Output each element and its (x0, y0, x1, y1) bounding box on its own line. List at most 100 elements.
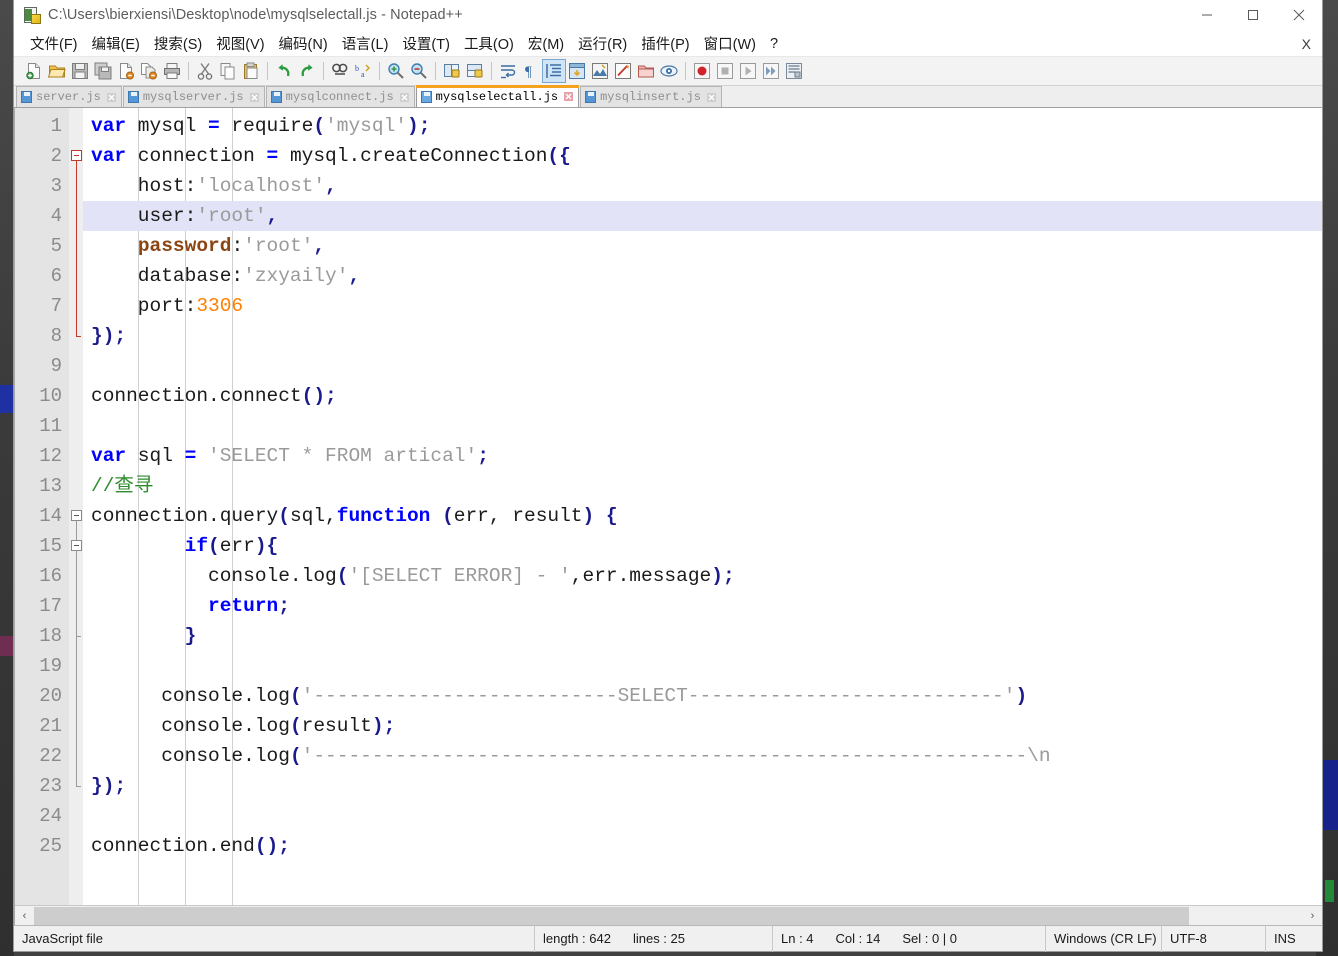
code-line-6[interactable]: database:'zxyaily', (83, 261, 1322, 291)
code-line-10[interactable]: connection.connect(); (83, 381, 1322, 411)
sync-vertical-scroll-icon[interactable] (441, 60, 463, 82)
code-content[interactable]: var mysql = require('mysql'); var connect… (83, 108, 1322, 905)
code-line-22[interactable]: console.log('---------------------------… (83, 741, 1322, 771)
code-line-3[interactable]: host:'localhost', (83, 171, 1322, 201)
tab-close-icon[interactable] (249, 92, 260, 103)
scroll-right-icon[interactable]: › (1303, 907, 1322, 925)
close-file-icon[interactable] (115, 60, 137, 82)
close-all-icon[interactable] (138, 60, 160, 82)
macro-run-multiple-icon[interactable] (760, 60, 782, 82)
tab-close-icon[interactable] (399, 92, 410, 103)
code-line-18[interactable]: } (83, 621, 1322, 651)
save-icon[interactable] (69, 60, 91, 82)
menu-window[interactable]: 窗口(W) (697, 30, 763, 57)
horizontal-scrollbar[interactable]: ‹ › (15, 905, 1322, 925)
menu-tools[interactable]: 工具(O) (457, 30, 521, 57)
code-line-12[interactable]: var sql = 'SELECT * FROM artical'; (83, 441, 1322, 471)
insert-mode-status[interactable]: INS (1266, 926, 1322, 952)
undo-icon[interactable] (273, 60, 295, 82)
print-icon[interactable] (161, 60, 183, 82)
tab-close-icon[interactable] (563, 91, 574, 102)
tab-close-icon[interactable] (706, 92, 717, 103)
menu-help[interactable]: ? (763, 33, 785, 55)
code-line-20[interactable]: console.log('--------------------------S… (83, 681, 1322, 711)
show-all-chars-icon[interactable]: ¶ (520, 60, 542, 82)
menu-macro[interactable]: 宏(M) (521, 30, 571, 57)
tab-mysqlselectall-js[interactable]: mysqlselectall.js (415, 85, 580, 107)
save-all-icon[interactable] (92, 60, 114, 82)
redo-icon[interactable] (296, 60, 318, 82)
copy-icon[interactable] (217, 60, 239, 82)
eol-status[interactable]: Windows (CR LF) (1046, 925, 1162, 952)
code-line-15[interactable]: if(err){ (83, 531, 1322, 561)
menu-file[interactable]: 文件(F) (23, 30, 85, 57)
tab-server-js[interactable]: server.js (16, 86, 122, 107)
zoom-out-icon[interactable] (408, 60, 430, 82)
zoom-in-icon[interactable] (385, 60, 407, 82)
close-document-button[interactable]: X (1302, 36, 1311, 52)
menu-language[interactable]: 语言(L) (335, 30, 396, 57)
code-line-1[interactable]: var mysql = require('mysql'); (83, 111, 1322, 141)
document-map-icon[interactable] (589, 60, 611, 82)
code-line-16[interactable]: console.log('[SELECT ERROR] - ',err.mess… (83, 561, 1322, 591)
menu-edit[interactable]: 编辑(E) (85, 30, 147, 57)
macro-stop-icon[interactable] (714, 60, 736, 82)
code-line-7[interactable]: port:3306 (83, 291, 1322, 321)
line-number: 2 (50, 145, 62, 167)
menu-encoding[interactable]: 编码(N) (272, 30, 335, 57)
code-line-14[interactable]: connection.query(sql,function (err, resu… (83, 501, 1322, 531)
code-line-19[interactable] (83, 651, 1322, 681)
fold-toggle-line-14[interactable] (71, 510, 82, 521)
code-line-21[interactable]: console.log(result); (83, 711, 1322, 741)
tab-mysqlconnect-js[interactable]: mysqlconnect.js (265, 86, 415, 107)
folder-as-workspace-icon[interactable] (635, 60, 657, 82)
tab-mysqlserver-js[interactable]: mysqlserver.js (122, 86, 265, 107)
code-line-17[interactable]: return; (83, 591, 1322, 621)
new-file-icon[interactable] (23, 60, 45, 82)
menu-plugins[interactable]: 插件(P) (634, 30, 696, 57)
macro-save-icon[interactable] (783, 60, 805, 82)
code-line-23[interactable]: }); (83, 771, 1322, 801)
fold-margin[interactable] (69, 108, 83, 905)
fold-toggle-line-2[interactable] (71, 150, 82, 161)
code-line-2[interactable]: var connection = mysql.createConnection(… (83, 141, 1322, 171)
code-line-11[interactable] (83, 411, 1322, 441)
code-line-24[interactable] (83, 801, 1322, 831)
fold-toggle-line-15[interactable] (71, 540, 82, 551)
tab-close-icon[interactable] (106, 92, 117, 103)
cut-icon[interactable] (194, 60, 216, 82)
menu-run[interactable]: 运行(R) (571, 30, 634, 57)
scrollbar-track[interactable] (34, 906, 1303, 925)
macro-play-icon[interactable] (737, 60, 759, 82)
menu-settings[interactable]: 设置(T) (395, 30, 457, 57)
code-line-25[interactable]: connection.end(); (83, 831, 1322, 861)
code-line-4[interactable]: user:'root', (83, 201, 1322, 231)
code-line-13[interactable]: //查寻 (83, 471, 1322, 501)
menu-view[interactable]: 视图(V) (209, 30, 271, 57)
find-icon[interactable] (329, 60, 351, 82)
macro-record-icon[interactable] (691, 60, 713, 82)
sync-horizontal-scroll-icon[interactable] (464, 60, 486, 82)
encoding-status[interactable]: UTF-8 (1162, 925, 1266, 952)
word-wrap-icon[interactable] (497, 60, 519, 82)
code-line-8[interactable]: }); (83, 321, 1322, 351)
scroll-left-icon[interactable]: ‹ (15, 907, 34, 925)
code-editor[interactable]: 1 2 3 4 5 6 7 8 9 10 11 12 13 14 15 16 17 18 19 20 21 22 23 24 2… (15, 108, 1322, 905)
line-number: 4 (50, 205, 62, 227)
indent-guide-icon[interactable] (542, 59, 566, 83)
replace-icon[interactable]: ba (352, 60, 374, 82)
monitoring-icon[interactable] (658, 60, 680, 82)
menu-search[interactable]: 搜索(S) (147, 30, 209, 57)
maximize-icon[interactable] (1230, 0, 1276, 31)
code-line-5[interactable]: password:'root', (83, 231, 1322, 261)
minimize-icon[interactable] (1184, 0, 1230, 31)
function-list-icon[interactable] (612, 60, 634, 82)
code-token: } (184, 625, 197, 647)
scrollbar-thumb[interactable] (34, 906, 1189, 925)
paste-icon[interactable] (240, 60, 262, 82)
code-line-9[interactable] (83, 351, 1322, 381)
close-icon[interactable] (1276, 0, 1322, 31)
user-defined-dialog-icon[interactable] (566, 60, 588, 82)
tab-mysqlinsert-js[interactable]: mysqlinsert.js (580, 86, 722, 107)
open-file-icon[interactable] (46, 60, 68, 82)
